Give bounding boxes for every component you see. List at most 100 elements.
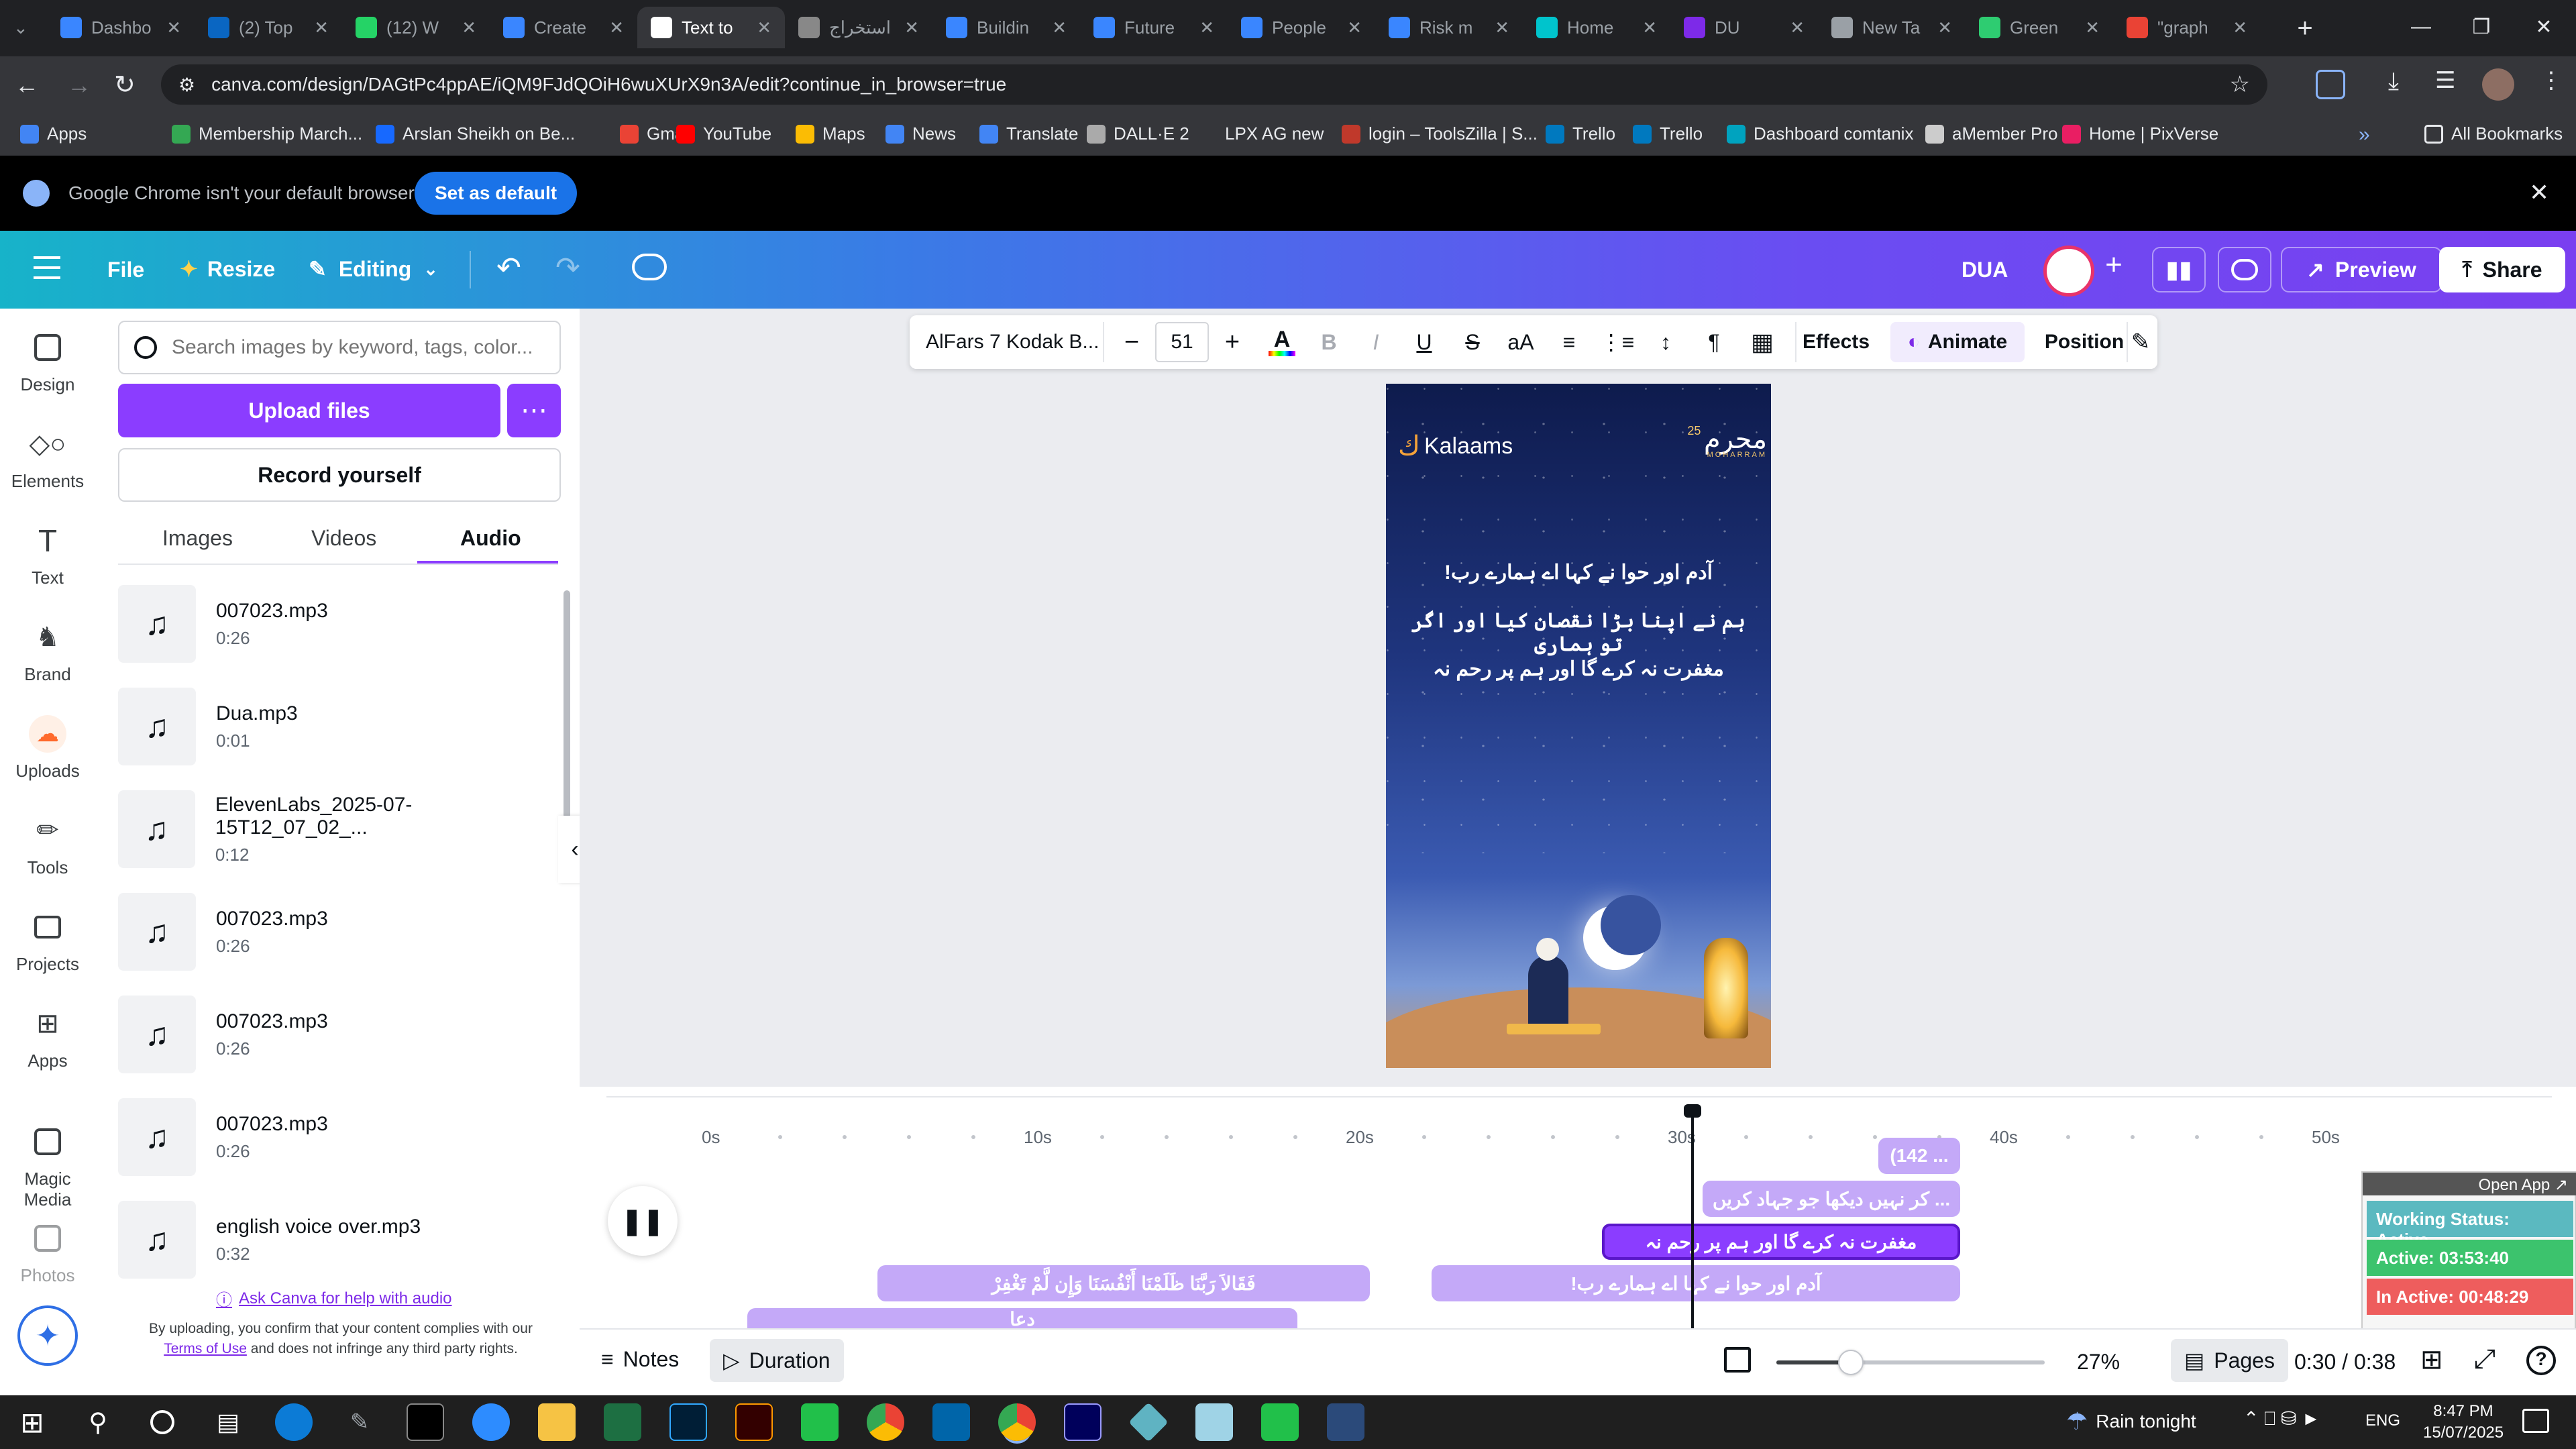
tab-close-icon[interactable]: ✕: [1790, 17, 1805, 38]
comment-button[interactable]: [2218, 247, 2271, 292]
zoom-slider-thumb[interactable]: [1838, 1350, 1864, 1375]
notes-app-icon[interactable]: [1195, 1403, 1233, 1441]
reload-icon[interactable]: ↻: [114, 70, 136, 100]
rail-projects[interactable]: Projects: [0, 907, 95, 975]
transparency-icon[interactable]: ▦: [1746, 322, 1779, 362]
browser-tab[interactable]: Buildin ✕: [932, 7, 1080, 48]
rail-photos[interactable]: Photos: [0, 1218, 95, 1286]
edge-icon[interactable]: [275, 1403, 313, 1441]
text-direction-icon[interactable]: ¶: [1697, 322, 1731, 362]
urdu-line-1[interactable]: آدم اور حوا نے کہا اے ہمارے رب!: [1399, 561, 1758, 584]
chrome-active-icon[interactable]: [998, 1403, 1036, 1441]
bookmark-star-icon[interactable]: ☆: [2230, 71, 2250, 98]
timeline-clip-selected[interactable]: مغفرت نہ کرے گا اور ہم پر رحم نہ: [1602, 1224, 1960, 1260]
spacing-icon[interactable]: ↕: [1649, 322, 1682, 362]
bookmark-item[interactable]: Trello: [1546, 123, 1615, 144]
bookmark-item[interactable]: Translate: [979, 123, 1078, 144]
browser-tab[interactable]: People ✕: [1228, 7, 1375, 48]
font-size-input[interactable]: 51: [1155, 322, 1209, 362]
browser-tab[interactable]: Home ✕: [1523, 7, 1670, 48]
pages-button[interactable]: ▤ Pages: [2171, 1339, 2288, 1382]
cortana-icon[interactable]: [144, 1403, 181, 1441]
window-close-icon[interactable]: ✕: [2512, 0, 2576, 54]
bookmark-item[interactable]: Home | PixVerse: [2062, 123, 2218, 144]
letter-case-icon[interactable]: aA: [1504, 322, 1538, 362]
ask-canva-link[interactable]: ⓘ Ask Canva for help with audio: [216, 1287, 452, 1310]
rail-magic-media[interactable]: Magic Media: [0, 1122, 95, 1210]
effects-button[interactable]: Effects: [1795, 322, 1876, 362]
illustrator-icon[interactable]: [735, 1403, 773, 1441]
bookmark-item[interactable]: Apps: [20, 123, 87, 144]
duration-button[interactable]: ▷ Duration: [710, 1339, 844, 1382]
photoshop-icon[interactable]: [669, 1403, 707, 1441]
zoom-level[interactable]: 27%: [2077, 1350, 2120, 1375]
task-view-icon[interactable]: ▤: [209, 1403, 247, 1441]
tab-close-icon[interactable]: ✕: [462, 17, 476, 38]
bookmark-item[interactable]: LPX AG new: [1198, 123, 1324, 144]
timeline-clip[interactable]: (142 ...: [1878, 1138, 1960, 1174]
design-title[interactable]: DUA: [1962, 258, 2008, 282]
timeline-clip[interactable]: ... کر نہیں دیکھا جو جہاد کریں: [1703, 1181, 1960, 1217]
terminal-icon[interactable]: [407, 1403, 444, 1441]
panel-scrollbar[interactable]: [564, 590, 570, 818]
bold-icon[interactable]: B: [1312, 322, 1346, 362]
editing-mode-dropdown[interactable]: ✎ Editing ⌄: [309, 256, 438, 282]
audio-item[interactable]: ♫ 007023.mp3 0:26: [118, 1095, 561, 1179]
grid-view-icon[interactable]: ⊞: [2420, 1344, 2443, 1375]
copy-style-icon[interactable]: ✎: [2127, 322, 2153, 362]
align-center-icon[interactable]: ≡: [1552, 322, 1586, 362]
record-yourself-button[interactable]: Record yourself: [118, 448, 561, 502]
tab-videos[interactable]: Videos: [311, 526, 376, 551]
bookmark-item[interactable]: Dashboard comtanix: [1727, 123, 1913, 144]
bookmarks-overflow-icon[interactable]: »: [2359, 123, 2370, 146]
urdu-line-2[interactable]: ہم نے اپنا بڑا نقصان کیا اور اگر تو ہمار…: [1399, 609, 1758, 656]
infobar-close-icon[interactable]: ✕: [2529, 178, 2549, 207]
set-default-button[interactable]: Set as default: [415, 172, 578, 215]
upload-files-button[interactable]: Upload files: [118, 384, 500, 437]
profile-avatar[interactable]: [2482, 68, 2514, 101]
browser-tab[interactable]: (2) Top ✕: [195, 7, 342, 48]
hamburger-icon[interactable]: [34, 256, 60, 279]
bookmark-item[interactable]: login – ToolsZilla | S...: [1342, 123, 1538, 144]
rail-design[interactable]: Design: [0, 327, 95, 395]
windows-start-icon[interactable]: ⊞: [13, 1403, 51, 1441]
rail-uploads[interactable]: ☁ Uploads: [0, 714, 95, 782]
timeline-clip[interactable]: دعا: [747, 1308, 1297, 1328]
rail-apps[interactable]: ⊞ Apps: [0, 1004, 95, 1071]
weather-widget[interactable]: ☂ Rain tonight: [2066, 1407, 2196, 1436]
file-menu[interactable]: File: [107, 258, 144, 282]
font-family-dropdown[interactable]: AlFars 7 Kodak B...: [916, 322, 1104, 362]
rail-tools[interactable]: ✏ Tools: [0, 810, 95, 878]
search-box[interactable]: [118, 321, 561, 374]
audio-item[interactable]: ♫ 007023.mp3 0:26: [118, 993, 561, 1076]
fullscreen-icon[interactable]: ⤢: [2474, 1344, 2496, 1375]
add-collaborator-icon[interactable]: +: [2098, 248, 2129, 291]
tray-icons[interactable]: ⌃ ⎕ ⛁ ►: [2243, 1407, 2320, 1430]
vscode-icon[interactable]: [932, 1403, 970, 1441]
browser-tab[interactable]: (12) W ✕: [342, 7, 490, 48]
text-color-icon[interactable]: A: [1265, 322, 1299, 362]
new-tab-button[interactable]: +: [2286, 9, 2324, 47]
premiere-icon[interactable]: [1064, 1403, 1102, 1441]
back-icon[interactable]: ←: [15, 71, 39, 99]
minimize-icon[interactable]: —: [2391, 0, 2451, 54]
audio-item[interactable]: ♫ Dua.mp3 0:01: [118, 685, 561, 768]
browser-tab[interactable]: Text to ✕: [637, 7, 785, 48]
search-input[interactable]: [172, 336, 547, 359]
redo-icon[interactable]: ↷: [555, 251, 580, 285]
tab-close-icon[interactable]: ✕: [904, 17, 919, 38]
timeline-clip[interactable]: آدم اور حوا نے کہا اے ہمارے رب!: [1432, 1265, 1960, 1301]
all-bookmarks[interactable]: All Bookmarks: [2424, 123, 2563, 144]
browser-tab[interactable]: Future ✕: [1080, 7, 1228, 48]
share-button[interactable]: ⤒ Share: [2439, 247, 2565, 292]
file-explorer-icon[interactable]: [538, 1403, 576, 1441]
audio-item[interactable]: ♫ english voice over.mp3 0:32: [118, 1198, 561, 1281]
zoom-app-icon[interactable]: [472, 1403, 510, 1441]
tab-close-icon[interactable]: ✕: [1199, 17, 1214, 38]
browser-tab[interactable]: "graph ✕: [2113, 7, 2261, 48]
download-icon[interactable]: ⤓: [2388, 67, 2399, 96]
excel-icon[interactable]: [604, 1403, 641, 1441]
extensions-icon[interactable]: [2316, 70, 2345, 99]
bookmark-item[interactable]: aMember Pro: [1925, 123, 2058, 144]
help-icon[interactable]: ?: [2526, 1346, 2556, 1375]
